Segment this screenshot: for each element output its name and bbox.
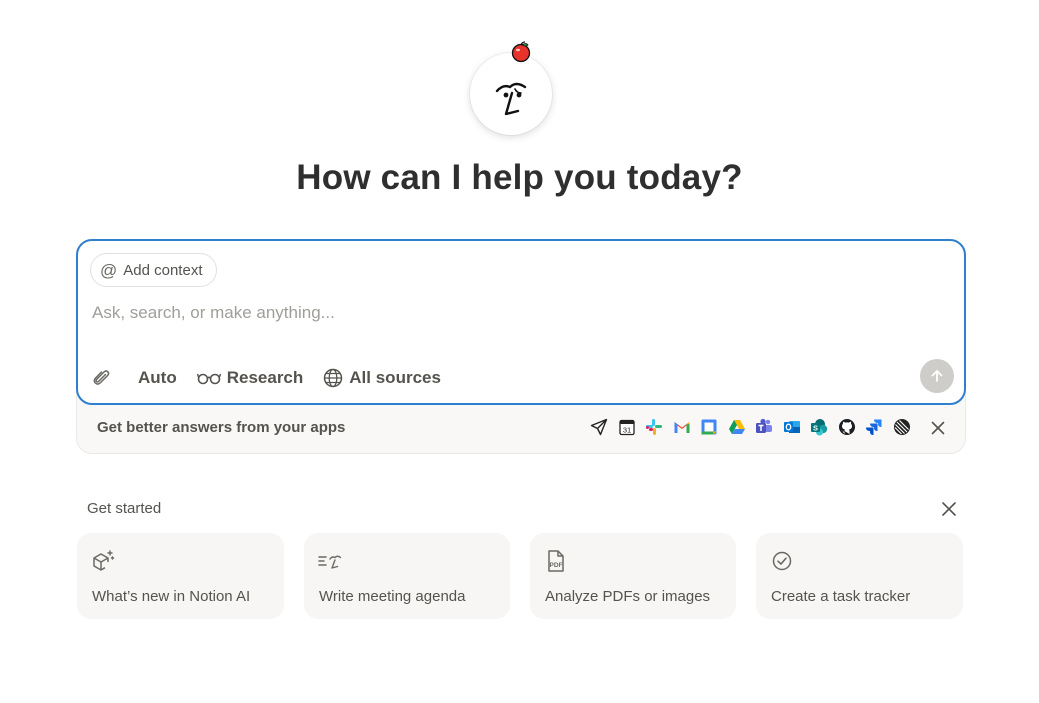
mode-selector[interactable]: Auto bbox=[138, 368, 177, 388]
card-label: Create a task tracker bbox=[771, 588, 911, 605]
research-label: Research bbox=[226, 368, 304, 387]
page-title: How can I help you today? bbox=[296, 158, 743, 197]
globe-icon bbox=[324, 368, 343, 388]
google-drive-icon[interactable] bbox=[728, 418, 746, 436]
apple-icon bbox=[511, 41, 531, 63]
suggestion-card-meeting-agenda[interactable]: Write meeting agenda bbox=[304, 533, 510, 619]
ai-avatar bbox=[470, 41, 552, 135]
teams-icon[interactable] bbox=[755, 418, 773, 436]
composer: @ Add context Auto Research bbox=[76, 239, 966, 405]
composer-toolbar: Auto Research All sources bbox=[92, 363, 461, 393]
mode-label: Auto bbox=[138, 368, 177, 387]
send-button[interactable] bbox=[920, 359, 954, 393]
card-label: Write meeting agenda bbox=[319, 588, 466, 605]
svg-text:S: S bbox=[813, 424, 818, 433]
get-started-heading: Get started bbox=[87, 500, 162, 517]
github-icon[interactable] bbox=[838, 418, 856, 436]
app-icons: 31 S bbox=[590, 418, 911, 436]
dismiss-get-started-button[interactable] bbox=[940, 500, 958, 523]
agenda-icon bbox=[318, 555, 342, 569]
sources-label: All sources bbox=[349, 368, 441, 387]
avatar-face bbox=[470, 53, 552, 135]
add-context-label: Add context bbox=[123, 261, 203, 279]
gmail-icon[interactable] bbox=[673, 418, 691, 436]
slack-icon[interactable] bbox=[645, 418, 663, 436]
suggestion-cards: What’s new in Notion AI Write meeting ag… bbox=[77, 533, 963, 619]
connect-apps-prompt[interactable]: Get better answers from your apps bbox=[97, 419, 345, 436]
calendar-icon[interactable]: 31 bbox=[618, 418, 636, 436]
dismiss-apps-button[interactable] bbox=[929, 419, 947, 442]
suggestion-card-whats-new[interactable]: What’s new in Notion AI bbox=[77, 533, 284, 619]
check-circle-icon bbox=[772, 551, 792, 571]
close-icon bbox=[942, 502, 956, 516]
jira-icon[interactable] bbox=[865, 418, 883, 436]
attach-button[interactable] bbox=[92, 368, 112, 388]
at-icon: @ bbox=[100, 260, 118, 280]
card-label: What’s new in Notion AI bbox=[92, 588, 251, 605]
svg-text:PDF: PDF bbox=[550, 562, 563, 569]
add-context-button[interactable]: @ Add context bbox=[90, 253, 218, 287]
prompt-input[interactable] bbox=[92, 303, 912, 323]
calendar-date: 31 bbox=[622, 426, 630, 435]
face-icon bbox=[495, 82, 527, 116]
paperclip-icon bbox=[93, 370, 110, 385]
google-calendar-icon[interactable] bbox=[700, 418, 718, 436]
sources-selector[interactable]: All sources bbox=[323, 368, 441, 388]
outlook-icon[interactable] bbox=[783, 418, 801, 436]
sharepoint-icon[interactable]: S bbox=[810, 418, 828, 436]
linear-icon[interactable] bbox=[893, 418, 911, 436]
glasses-icon bbox=[196, 373, 221, 385]
suggestion-card-analyze-pdfs[interactable]: PDF Analyze PDFs or images bbox=[530, 533, 736, 619]
arrow-up-icon bbox=[931, 370, 943, 382]
suggestion-card-task-tracker[interactable]: Create a task tracker bbox=[756, 533, 963, 619]
research-button[interactable]: Research bbox=[196, 368, 304, 388]
card-label: Analyze PDFs or images bbox=[545, 588, 711, 605]
close-icon bbox=[931, 421, 945, 435]
send-icon[interactable] bbox=[590, 418, 608, 436]
pdf-icon: PDF bbox=[548, 550, 564, 572]
box-sparkle-icon bbox=[93, 550, 115, 571]
